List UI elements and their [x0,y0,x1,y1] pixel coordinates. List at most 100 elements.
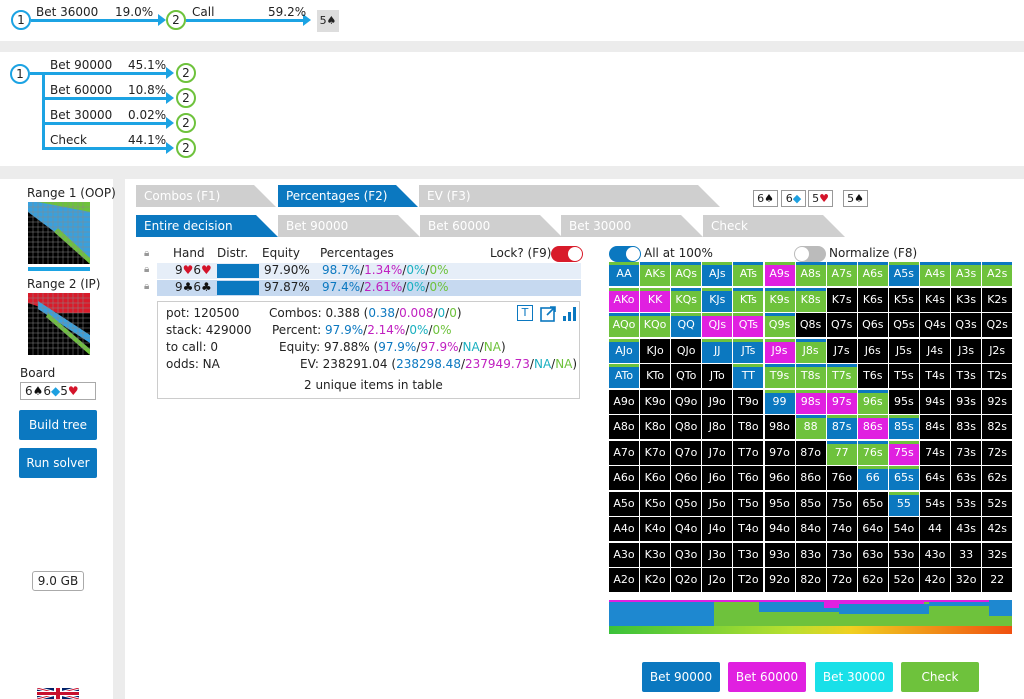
uk-flag-icon[interactable] [37,688,79,699]
hand-grid-cell[interactable]: A3o [609,542,639,567]
hand-grid-cell[interactable]: 72s [982,440,1013,465]
hand-grid-cell[interactable]: K2s [982,287,1013,312]
hand-grid-cell[interactable]: QQ [671,313,702,337]
path-node-2[interactable]: 2 [166,10,186,30]
hand-grid-cell[interactable]: 72o [826,568,857,592]
hand-grid-cell[interactable]: T4o [733,517,764,541]
hand-grid-cell[interactable]: T6o [733,466,764,490]
path-board-card[interactable]: 5♠ [317,10,339,32]
lock-icon[interactable]: 🔒︎ [144,264,149,275]
hand-grid-cell[interactable]: 42s [982,517,1013,541]
hand-grid-cell[interactable]: 63o [857,542,888,567]
hand-grid-cell[interactable]: T5o [733,491,764,516]
action-tab[interactable]: Bet 30000 [561,215,703,237]
hand-grid-cell[interactable]: 87s [826,415,857,439]
hand-grid-cell[interactable]: T9s [764,364,795,388]
hand-grid-cell[interactable]: A9o [609,389,639,414]
hand-grid-cell[interactable]: 32s [982,542,1013,567]
tree-branch-node[interactable]: 2 [176,138,196,158]
hand-grid-cell[interactable]: 65o [857,491,888,516]
hand-grid-cell[interactable]: KK [640,287,671,312]
hand-grid-cell[interactable]: 22 [982,568,1013,592]
hand-grid-cell[interactable]: 73s [951,440,982,465]
chart-icon[interactable] [562,305,579,322]
hand-grid-cell[interactable]: 86s [857,415,888,439]
hand-grid-cell[interactable]: QJs [702,313,733,337]
hand-grid-cell[interactable]: T9o [733,389,764,414]
hand-grid-cell[interactable]: 62o [857,568,888,592]
hand-grid-cell[interactable]: K3s [951,287,982,312]
view-tab[interactable]: EV (F3) [419,185,720,207]
hand-grid-cell[interactable]: Q9o [671,389,702,414]
hand-grid-cell[interactable]: 66 [857,466,888,490]
hand-grid-cell[interactable]: 75s [888,440,919,465]
hand-grid-cell[interactable]: T3o [733,542,764,567]
hand-grid-cell[interactable]: Q6o [671,466,702,490]
hand-grid-cell[interactable]: K6o [640,466,671,490]
hand-grid-cell[interactable]: J3s [951,338,982,363]
hand-grid-cell[interactable]: 95s [888,389,919,414]
hand-grid-cell[interactable]: KJo [640,338,671,363]
text-export-icon[interactable]: T [517,305,533,321]
hand-grid-cell[interactable]: K7s [826,287,857,312]
hand-grid-cell[interactable]: 62s [982,466,1013,490]
hand-grid-cell[interactable]: K7o [640,440,671,465]
hand-grid-cell[interactable]: A4s [920,262,950,286]
board-card[interactable]: 5♥ [808,190,833,207]
hand-grid-cell[interactable]: 43o [920,542,950,567]
hand-grid-cell[interactable]: T6s [857,364,888,388]
hand-grid-cell[interactable]: A9s [764,262,795,286]
hand-grid-cell[interactable]: K2o [640,568,671,592]
hand-grid-cell[interactable]: 92o [764,568,795,592]
hand-grid-cell[interactable]: T8o [733,415,764,439]
hand-grid-cell[interactable]: 44 [920,517,950,541]
view-tab[interactable]: Percentages (F2) [278,185,418,207]
tree-branch-node[interactable]: 2 [176,63,196,83]
hand-grid-cell[interactable]: KQo [640,313,671,337]
action-filter-button[interactable]: Bet 90000 [642,662,720,692]
hand-grid-cell[interactable]: KQs [671,287,702,312]
hand-grid-cell[interactable]: 65s [888,466,919,490]
hand-grid-cell[interactable]: Q3o [671,542,702,567]
hand-grid-cell[interactable]: J9o [702,389,733,414]
hand-grid-cell[interactable]: 92s [982,389,1013,414]
hand-grid-cell[interactable]: 74s [920,440,950,465]
hand-grid-cell[interactable]: K4s [920,287,950,312]
hand-grid-cell[interactable]: 84o [795,517,826,541]
hand-grid-cell[interactable]: J5o [702,491,733,516]
hand-grid-cell[interactable]: 97o [764,440,795,465]
hand-grid-cell[interactable]: 64s [920,466,950,490]
hand-grid-cell[interactable]: Q8o [671,415,702,439]
hand-grid-cell[interactable]: J2s [982,338,1013,363]
action-tab[interactable]: Entire decision [136,215,278,237]
action-tab[interactable]: Check [703,215,845,237]
build-tree-button[interactable]: Build tree [19,410,97,440]
hand-grid-cell[interactable]: K9s [764,287,795,312]
hand-grid-cell[interactable]: A4o [609,517,639,541]
hand-grid-cell[interactable]: 33 [951,542,982,567]
hand-grid-cell[interactable]: 84s [920,415,950,439]
hand-grid-cell[interactable]: 85o [795,491,826,516]
hand-grid-cell[interactable]: J7s [826,338,857,363]
view-tab[interactable]: Combos (F1) [136,185,276,207]
hand-grid-cell[interactable]: 76s [857,440,888,465]
hand-grid-cell[interactable]: J6o [702,466,733,490]
hand-grid-cell[interactable]: AKs [640,262,671,286]
hand-grid-cell[interactable]: A3s [951,262,982,286]
hand-grid-cell[interactable]: 77 [826,440,857,465]
hand-grid-cell[interactable]: 98o [764,415,795,439]
hand-grid-cell[interactable]: K3o [640,542,671,567]
hand-grid-cell[interactable]: QTo [671,364,702,388]
tree-branch-node[interactable]: 2 [176,88,196,108]
hand-grid-cell[interactable]: K8o [640,415,671,439]
hand-grid-cell[interactable]: T2o [733,568,764,592]
hand-grid-cell[interactable]: AJs [702,262,733,286]
hand-grid-cell[interactable]: 53o [888,542,919,567]
hand-grid-cell[interactable]: J5s [888,338,919,363]
hand-grid-cell[interactable]: Q5s [888,313,919,337]
board-card[interactable]: 5♠ [843,190,868,207]
board-input[interactable]: 6♠6◆5♥ [20,382,96,400]
action-filter-button[interactable]: Bet 60000 [728,662,806,692]
hand-grid-cell[interactable]: 73o [826,542,857,567]
hand-grid-cell[interactable]: T5s [888,364,919,388]
